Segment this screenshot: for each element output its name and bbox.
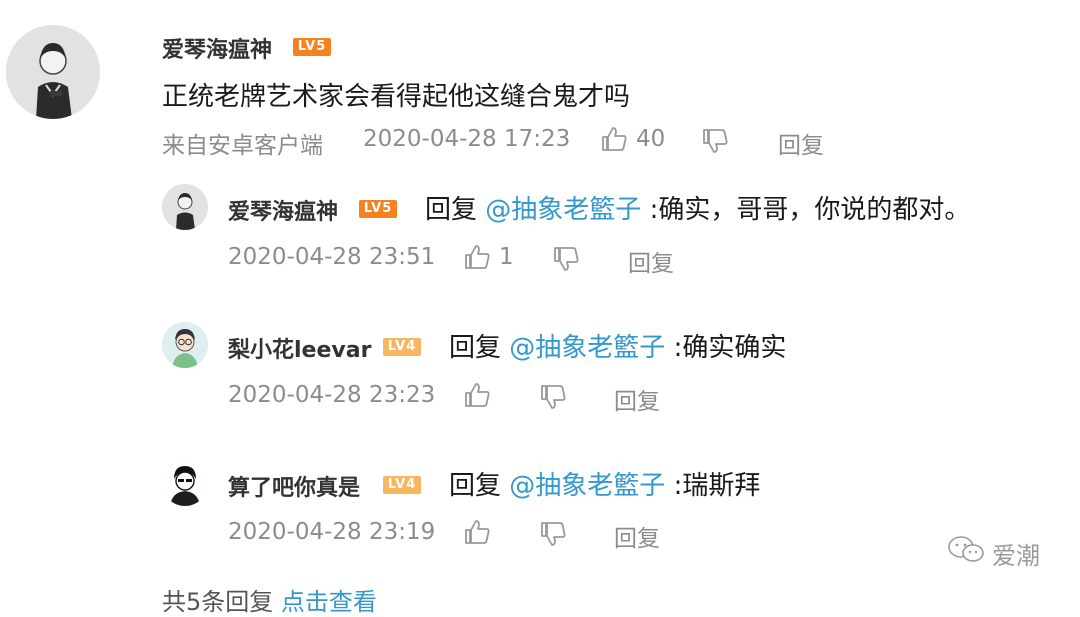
avatar[interactable]	[162, 460, 208, 506]
watermark-text: 爱潮	[992, 542, 1040, 570]
level-badge: LV5	[293, 38, 331, 56]
reply-button[interactable]: 回复	[614, 382, 660, 416]
mention-link[interactable]: @抽象老籃子	[509, 471, 665, 501]
reply-prefix: 回复	[449, 333, 502, 363]
reply-count: 共5条回复	[162, 588, 274, 616]
mention-link[interactable]: @抽象老籃子	[485, 195, 641, 225]
dislike-icon[interactable]	[538, 519, 568, 549]
like-icon[interactable]	[599, 124, 629, 154]
avatar[interactable]	[162, 184, 208, 230]
footer-line: 共5条回复 点击查看	[162, 582, 377, 617]
avatar[interactable]	[6, 25, 100, 119]
reply-username[interactable]: 梨小花leevar	[228, 332, 371, 364]
level-badge: LV4	[383, 338, 421, 356]
reply-timestamp: 2020-04-28 23:23	[228, 382, 436, 408]
wechat-icon	[946, 534, 986, 566]
comment-username[interactable]: 爱琴海瘟神	[162, 32, 272, 64]
like-icon[interactable]	[462, 242, 492, 272]
reply-content: :确实，哥哥，你说的都对。	[649, 195, 971, 225]
reply-content: :确实确实	[673, 333, 787, 363]
level-badge: LV4	[383, 476, 421, 494]
reply-prefix: 回复	[425, 195, 478, 225]
reply-text-line: 回复 @抽象老籃子 :确实，哥哥，你说的都对。	[425, 189, 970, 226]
reply-text-line: 回复 @抽象老籃子 :确实确实	[449, 327, 786, 364]
like-count: 1	[499, 244, 514, 270]
reply-timestamp: 2020-04-28 23:19	[228, 519, 436, 545]
view-replies-link[interactable]: 点击查看	[281, 588, 377, 616]
like-icon[interactable]	[462, 380, 492, 410]
reply-prefix: 回复	[449, 471, 502, 501]
comment-timestamp: 2020-04-28 17:23	[363, 126, 571, 152]
avatar[interactable]	[162, 322, 208, 368]
reply-button[interactable]: 回复	[614, 519, 660, 553]
like-icon[interactable]	[462, 517, 492, 547]
dislike-icon[interactable]	[551, 244, 581, 274]
dislike-icon[interactable]	[700, 126, 730, 156]
comment-text: 正统老牌艺术家会看得起他这缝合鬼才吗	[162, 82, 631, 112]
level-badge: LV5	[359, 200, 397, 218]
reply-username[interactable]: 算了吧你真是	[228, 470, 360, 502]
mention-link[interactable]: @抽象老籃子	[509, 333, 665, 363]
comment-source: 来自安卓客户端	[162, 133, 323, 159]
reply-username[interactable]: 爱琴海瘟神	[228, 194, 338, 226]
reply-button[interactable]: 回复	[628, 244, 674, 278]
reply-timestamp: 2020-04-28 23:51	[228, 244, 436, 270]
reply-button[interactable]: 回复	[778, 126, 824, 160]
dislike-icon[interactable]	[538, 382, 568, 412]
reply-text-line: 回复 @抽象老籃子 :瑞斯拜	[449, 465, 760, 502]
like-count: 40	[636, 126, 666, 152]
reply-content: :瑞斯拜	[673, 471, 761, 501]
